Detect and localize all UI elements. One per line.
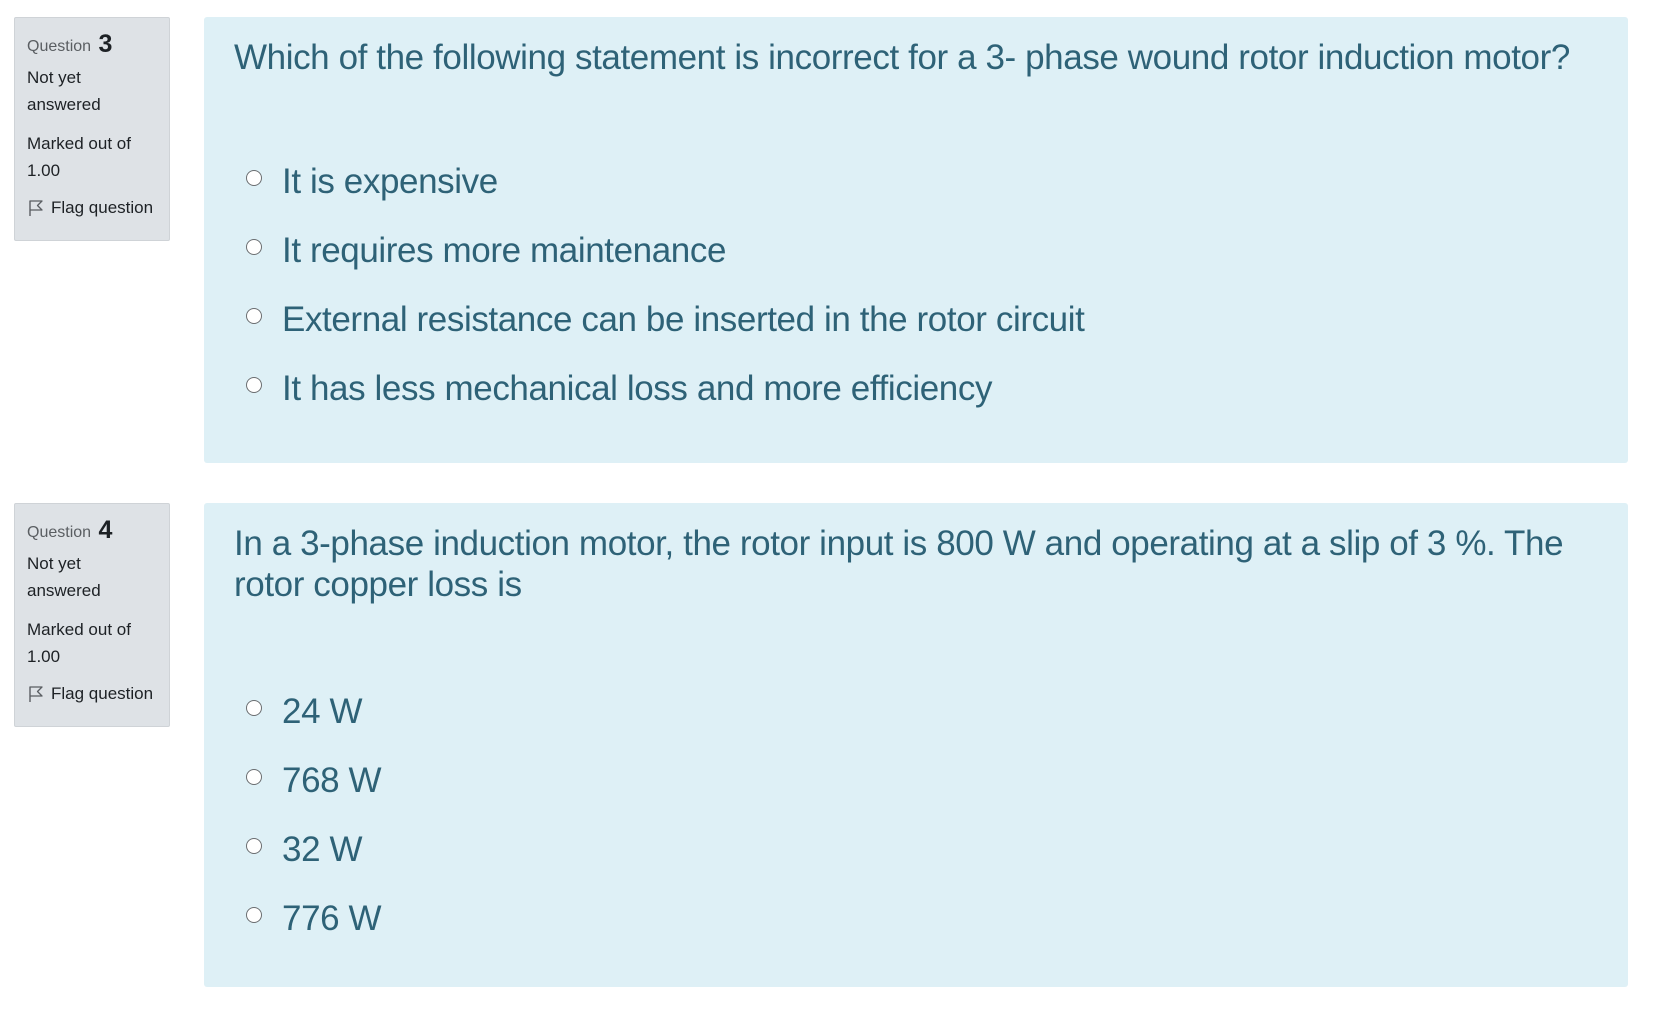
radio-button[interactable] <box>246 699 262 716</box>
answer-options: 24 W 768 W 32 W 776 W <box>246 677 382 953</box>
question-number: Question 4 <box>27 516 157 546</box>
answer-option[interactable]: 32 W <box>246 815 381 884</box>
question-number: Question 3 <box>27 30 157 60</box>
question-state: Not yet answered <box>27 554 101 600</box>
question-prefix: Question <box>27 38 92 55</box>
answer-option[interactable]: 24 W <box>246 677 381 746</box>
question-text: Which of the following statement is inco… <box>234 38 1570 77</box>
answer-option[interactable]: It requires more maintenance <box>246 216 1084 285</box>
answer-label: It has less mechanical loss and more eff… <box>282 368 993 408</box>
question-grade: Marked out of 1.00 <box>27 134 131 180</box>
answer-label: 776 W <box>282 898 382 938</box>
question-text: In a 3-phase induction motor, the rotor … <box>234 524 1564 604</box>
question-info-panel: Question 4 Not yet answered Marked out o… <box>14 503 170 727</box>
radio-button[interactable] <box>246 169 262 186</box>
flag-icon <box>29 686 43 702</box>
flag-question-label: Flag question <box>51 684 154 703</box>
answer-label: It requires more maintenance <box>282 230 727 270</box>
flag-icon <box>29 200 43 216</box>
radio-button[interactable] <box>246 906 262 923</box>
question-content: Which of the following statement is inco… <box>204 17 1628 463</box>
answer-option[interactable]: It is expensive <box>246 147 1084 216</box>
question-number-value: 4 <box>98 516 113 544</box>
answer-label: External resistance can be inserted in t… <box>282 299 1085 339</box>
question-number-value: 3 <box>98 30 113 58</box>
answer-option[interactable]: 768 W <box>246 746 382 815</box>
radio-button[interactable] <box>246 307 262 324</box>
answer-option[interactable]: External resistance can be inserted in t… <box>246 285 1085 354</box>
radio-button[interactable] <box>246 376 262 393</box>
answer-label: It is expensive <box>282 161 498 201</box>
answer-options: It is expensive It requires more mainten… <box>246 147 1085 423</box>
flag-question-button[interactable]: Flag question <box>27 682 157 706</box>
question-prefix: Question <box>27 524 92 541</box>
answer-option[interactable]: 776 W <box>246 884 382 953</box>
radio-button[interactable] <box>246 837 262 854</box>
answer-option[interactable]: It has less mechanical loss and more eff… <box>246 354 1084 423</box>
question-state: Not yet answered <box>27 68 101 114</box>
question-content: In a 3-phase induction motor, the rotor … <box>204 503 1628 987</box>
question-grade: Marked out of 1.00 <box>27 620 131 666</box>
radio-button[interactable] <box>246 238 262 255</box>
flag-question-button[interactable]: Flag question <box>27 196 157 220</box>
question-info-panel: Question 3 Not yet answered Marked out o… <box>14 17 170 241</box>
radio-button[interactable] <box>246 768 262 785</box>
answer-label: 32 W <box>282 829 363 869</box>
answer-label: 768 W <box>282 760 382 800</box>
answer-label: 24 W <box>282 691 363 731</box>
flag-question-label: Flag question <box>51 198 154 217</box>
